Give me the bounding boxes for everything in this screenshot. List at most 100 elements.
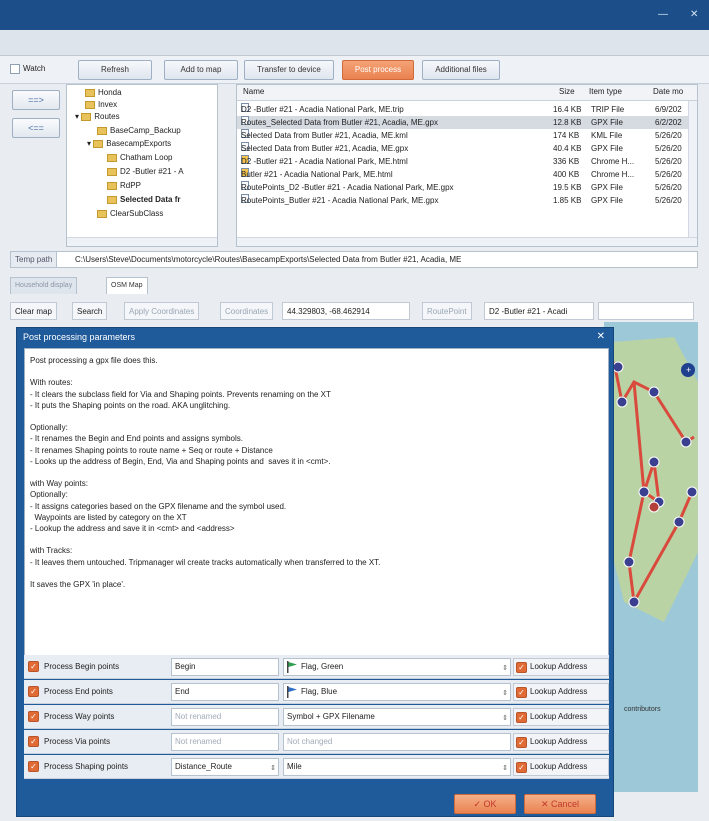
column-header-date[interactable]: Date mo: [653, 85, 683, 99]
folder-icon: [85, 88, 95, 97]
end-lookup-address[interactable]: ✓ Lookup Address: [513, 683, 609, 701]
via-lookup-address[interactable]: ✓ Lookup Address: [513, 733, 609, 751]
close-icon[interactable]: ✕: [597, 331, 605, 342]
tree-item-selected[interactable]: Selected Data fr: [107, 194, 180, 205]
lookup-checkbox[interactable]: ✓: [516, 737, 527, 748]
tab-osm-map[interactable]: OSM Map: [106, 277, 148, 294]
lookup-checkbox[interactable]: ✓: [516, 762, 527, 773]
clear-map-button[interactable]: Clear map: [10, 302, 57, 320]
spinner-icon[interactable]: ⇕: [502, 711, 508, 727]
spinner-icon[interactable]: ⇕: [502, 661, 508, 677]
begin-symbol-select[interactable]: Flag, Green ⇕: [283, 658, 511, 676]
refresh-button[interactable]: Refresh: [78, 60, 152, 80]
spinner-icon[interactable]: ⇕: [502, 686, 508, 702]
tree-item[interactable]: ▾ Routes: [75, 111, 120, 122]
post-process-button[interactable]: Post process: [342, 60, 414, 80]
window-titlebar: — ✕: [0, 0, 709, 30]
begin-name-input[interactable]: Begin: [171, 658, 279, 676]
process-way-checkbox[interactable]: ✓: [28, 711, 39, 722]
horizontal-scrollbar[interactable]: [237, 237, 697, 246]
add-to-map-button[interactable]: Add to map: [164, 60, 238, 80]
minimize-icon[interactable]: —: [658, 9, 668, 20]
param-row-via: ✓ Process Via points Not renamed Not cha…: [24, 730, 609, 754]
temp-path-bar: Temp path C:\Users\Steve\Documents\motor…: [10, 251, 698, 268]
route-point-label: RoutePoint: [422, 302, 472, 320]
tree-item[interactable]: Invex: [85, 99, 117, 110]
coordinates-input[interactable]: 44.329803, -68.462914: [282, 302, 410, 320]
file-row[interactable]: D2 -Butler #21 - Acadia National Park, M…: [237, 155, 697, 168]
way-lookup-address[interactable]: ✓ Lookup Address: [513, 708, 609, 726]
tab-household-display[interactable]: Household display: [10, 277, 78, 294]
file-row-selected[interactable]: Routes_Selected Data from Butler #21, Ac…: [237, 116, 697, 129]
folder-tree[interactable]: Honda Invex ▾ Routes BaseCamp_Backup ▾ B…: [66, 84, 218, 247]
tree-item[interactable]: RdPP: [107, 180, 141, 191]
file-row[interactable]: Selected Data from Butler #21, Acadia, M…: [237, 142, 697, 155]
folder-icon: [107, 195, 117, 204]
file-row[interactable]: RoutePoints_D2 -Butler #21 - Acadia Nati…: [237, 181, 697, 194]
column-header-size[interactable]: Size: [559, 85, 575, 99]
way-category-select[interactable]: Symbol + GPX Filename ⇕: [283, 708, 511, 726]
process-end-label: Process End points: [44, 687, 113, 696]
folder-icon: [97, 209, 107, 218]
tree-item[interactable]: D2 -Butler #21 - A: [107, 166, 184, 177]
tree-item[interactable]: BaseCamp_Backup: [97, 125, 181, 136]
search-button[interactable]: Search: [72, 302, 108, 320]
ok-button[interactable]: ✓ OK: [454, 794, 516, 814]
file-list[interactable]: Name Size Item type Date mo D2 -Butler #…: [236, 84, 698, 247]
shaping-lookup-address[interactable]: ✓ Lookup Address: [513, 758, 609, 776]
param-row-end: ✓ Process End points End Flag, Blue ⇕ ✓ L…: [24, 680, 609, 704]
folder-icon: [107, 181, 117, 190]
param-row-begin: ✓ Process Begin points Begin Flag, Green…: [24, 655, 609, 679]
route-point-select[interactable]: D2 -Butler #21 - Acadi: [484, 302, 594, 320]
tree-item[interactable]: Honda: [85, 87, 122, 98]
process-begin-checkbox[interactable]: ✓: [28, 661, 39, 672]
lookup-checkbox[interactable]: ✓: [516, 712, 527, 723]
temp-path-label: Temp path: [11, 252, 58, 267]
via-name-input[interactable]: Not renamed: [171, 733, 279, 751]
map-canvas: +: [604, 337, 698, 622]
tree-item[interactable]: ClearSubClass: [97, 208, 163, 219]
process-end-checkbox[interactable]: ✓: [28, 686, 39, 697]
plus-icon: +: [686, 365, 691, 375]
tree-item[interactable]: Chatham Loop: [107, 152, 172, 163]
checkbox-box[interactable]: [10, 64, 20, 74]
close-icon[interactable]: ✕: [690, 9, 698, 20]
route-point-extra-select[interactable]: [598, 302, 694, 320]
cancel-button[interactable]: ✕ Cancel: [524, 794, 596, 814]
begin-lookup-address[interactable]: ✓ Lookup Address: [513, 658, 609, 676]
shaping-unit-select[interactable]: Mile ⇕: [283, 758, 511, 776]
via-symbol-select[interactable]: Not changed: [283, 733, 511, 751]
move-right-button[interactable]: ==>: [12, 90, 60, 110]
lookup-checkbox[interactable]: ✓: [516, 687, 527, 698]
move-left-button[interactable]: <==: [12, 118, 60, 138]
watch-checkbox[interactable]: Watch: [10, 64, 45, 74]
spinner-icon[interactable]: ⇕: [270, 761, 276, 777]
folder-icon: [107, 167, 117, 176]
end-name-input[interactable]: End: [171, 683, 279, 701]
horizontal-scrollbar[interactable]: [67, 237, 217, 246]
folder-icon: [93, 139, 104, 148]
osm-map[interactable]: + contributors: [604, 322, 698, 792]
tree-item[interactable]: ▾ BasecampExports: [87, 138, 171, 149]
process-via-checkbox[interactable]: ✓: [28, 736, 39, 747]
file-row[interactable]: Selected Data from Butler #21, Acadia, M…: [237, 129, 697, 142]
end-symbol-select[interactable]: Flag, Blue ⇕: [283, 683, 511, 701]
temp-path-value[interactable]: C:\Users\Steve\Documents\motorcycle\Rout…: [75, 252, 461, 267]
file-row[interactable]: D2 -Butler #21 - Acadia National Park, M…: [237, 103, 697, 116]
folder-icon: [81, 112, 92, 121]
way-name-input[interactable]: Not renamed: [171, 708, 279, 726]
process-shaping-checkbox[interactable]: ✓: [28, 761, 39, 772]
process-via-label: Process Via points: [44, 737, 111, 746]
lookup-checkbox[interactable]: ✓: [516, 662, 527, 673]
column-header-type[interactable]: Item type: [589, 85, 622, 99]
column-header-name[interactable]: Name: [243, 85, 264, 99]
additional-files-button[interactable]: Additional files: [422, 60, 500, 80]
toolbar: Watch Refresh Add to map Transfer to dev…: [0, 56, 709, 84]
apply-coordinates-button[interactable]: Apply Coordinates: [124, 302, 200, 320]
transfer-to-device-button[interactable]: Transfer to device: [244, 60, 334, 80]
shaping-name-select[interactable]: Distance_Route ⇕: [171, 758, 279, 776]
vertical-scrollbar[interactable]: [688, 101, 697, 237]
file-row[interactable]: RoutePoints_Butler #21 - Acadia National…: [237, 194, 697, 207]
spinner-icon[interactable]: ⇕: [502, 761, 508, 777]
file-row[interactable]: Butler #21 - Acadia National Park, ME.ht…: [237, 168, 697, 181]
